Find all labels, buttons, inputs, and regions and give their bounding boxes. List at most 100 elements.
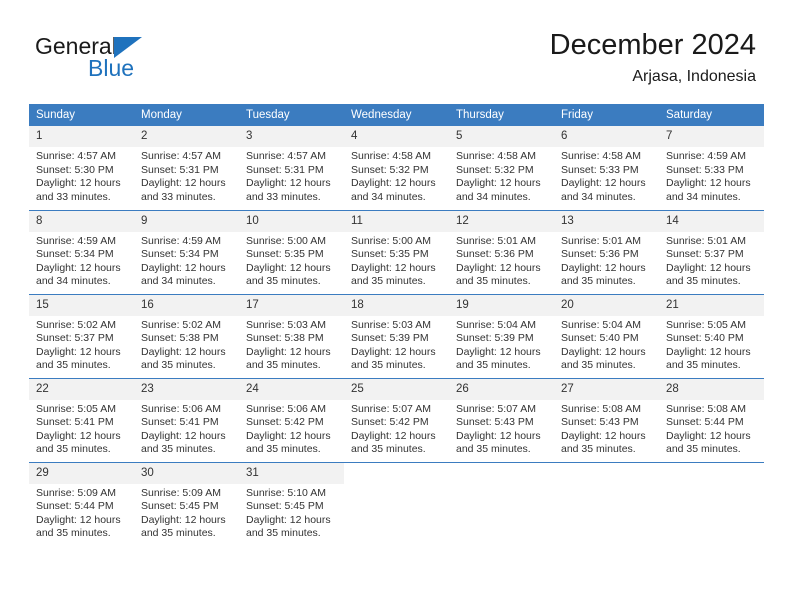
day-detail-sunset: Sunset: 5:39 PM [351,332,429,345]
day-detail-sunrise: Sunrise: 5:05 AM [666,318,746,331]
calendar-day-cell[interactable]: 19 Sunrise: 5:04 AM Sunset: 5:39 PM Dayligh… [449,293,554,378]
day-detail-sunset: Sunset: 5:36 PM [561,248,639,261]
day-details: Sunrise: 5:07 AM Sunset: 5:42 PM Daylight:… [344,400,449,457]
day-detail-daylight-line2: and 35 minutes. [561,443,636,456]
calendar-day-cell[interactable]: 5 Sunrise: 4:58 AM Sunset: 5:32 PM Daylight… [449,126,554,210]
calendar-day-cell[interactable]: 4 Sunrise: 4:58 AM Sunset: 5:32 PM Daylight… [344,126,449,210]
calendar-day-cell[interactable]: 31 Sunrise: 5:10 AM Sunset: 5:45 PM Dayligh… [239,461,344,546]
calendar-day-cell[interactable]: 28 Sunrise: 5:08 AM Sunset: 5:44 PM Dayligh… [659,377,764,462]
calendar-day-cell[interactable]: 18 Sunrise: 5:03 AM Sunset: 5:39 PM Dayligh… [344,293,449,378]
calendar-day-cell[interactable]: 23 Sunrise: 5:06 AM Sunset: 5:41 PM Dayligh… [134,377,239,462]
day-detail-daylight-line1: Daylight: 12 hours [36,429,121,442]
calendar-week-row: 22 Sunrise: 5:05 AM Sunset: 5:41 PM Dayligh… [29,377,764,462]
day-detail-sunrise: Sunrise: 5:07 AM [456,402,536,415]
day-detail-sunset: Sunset: 5:44 PM [666,416,744,429]
day-detail-daylight-line1: Daylight: 12 hours [456,345,541,358]
day-detail-daylight-line1: Daylight: 12 hours [36,261,121,274]
day-detail-sunrise: Sunrise: 5:08 AM [561,402,641,415]
day-number: 21 [659,294,764,316]
day-detail-daylight-line2: and 35 minutes. [351,275,426,288]
day-detail-daylight-line1: Daylight: 12 hours [351,261,436,274]
day-detail-sunset: Sunset: 5:33 PM [666,163,744,176]
weekday-header-saturday: Saturday [659,104,764,126]
day-detail-sunrise: Sunrise: 5:05 AM [36,402,116,415]
day-detail-daylight-line1: Daylight: 12 hours [246,261,331,274]
calendar-day-cell[interactable]: 15 Sunrise: 5:02 AM Sunset: 5:37 PM Dayligh… [29,293,134,378]
day-detail-daylight-line2: and 34 minutes. [456,190,531,203]
day-detail-daylight-line2: and 33 minutes. [141,190,216,203]
day-number: 9 [134,210,239,232]
day-detail-sunrise: Sunrise: 4:57 AM [246,150,326,162]
day-detail-sunrise: Sunrise: 5:08 AM [666,402,746,415]
day-detail-daylight-line1: Daylight: 12 hours [561,345,646,358]
day-detail-daylight-line1: Daylight: 12 hours [141,177,226,190]
calendar-day-cell-empty [554,461,659,546]
calendar-day-cell[interactable]: 6 Sunrise: 4:58 AM Sunset: 5:33 PM Daylight… [554,126,659,210]
day-detail-daylight-line2: and 34 minutes. [351,190,426,203]
calendar-day-cell[interactable]: 14 Sunrise: 5:01 AM Sunset: 5:37 PM Dayligh… [659,209,764,294]
calendar-day-cell[interactable]: 9 Sunrise: 4:59 AM Sunset: 5:34 PM Daylight… [134,209,239,294]
day-details: Sunrise: 5:00 AM Sunset: 5:35 PM Daylight:… [239,232,344,289]
calendar-week-row: 8 Sunrise: 4:59 AM Sunset: 5:34 PM Daylight… [29,209,764,294]
day-detail-daylight-line2: and 35 minutes. [456,275,531,288]
calendar-day-cell[interactable]: 17 Sunrise: 5:03 AM Sunset: 5:38 PM Dayligh… [239,293,344,378]
day-detail-daylight-line1: Daylight: 12 hours [561,177,646,190]
day-detail-sunset: Sunset: 5:35 PM [246,248,324,261]
day-details: Sunrise: 4:57 AM Sunset: 5:30 PM Daylight:… [29,147,134,204]
day-number: 3 [239,126,344,147]
day-detail-sunset: Sunset: 5:31 PM [246,163,324,176]
calendar-week-row: 1 Sunrise: 4:57 AM Sunset: 5:30 PM Daylight… [29,126,764,210]
day-detail-sunrise: Sunrise: 5:02 AM [141,318,221,331]
day-detail-daylight-line1: Daylight: 12 hours [141,261,226,274]
day-detail-sunrise: Sunrise: 5:06 AM [246,402,326,415]
day-detail-daylight-line1: Daylight: 12 hours [36,513,121,526]
day-detail-daylight-line1: Daylight: 12 hours [351,345,436,358]
day-detail-sunset: Sunset: 5:37 PM [666,248,744,261]
calendar-day-cell[interactable]: 2 Sunrise: 4:57 AM Sunset: 5:31 PM Daylight… [134,126,239,210]
day-detail-daylight-line2: and 35 minutes. [246,275,321,288]
general-blue-logo[interactable]: General Blue [35,33,225,89]
calendar-day-cell[interactable]: 16 Sunrise: 5:02 AM Sunset: 5:38 PM Dayligh… [134,293,239,378]
calendar-day-cell[interactable]: 3 Sunrise: 4:57 AM Sunset: 5:31 PM Daylight… [239,126,344,210]
day-details: Sunrise: 5:01 AM Sunset: 5:37 PM Daylight:… [659,232,764,289]
day-detail-daylight-line2: and 34 minutes. [561,190,636,203]
calendar-day-cell[interactable]: 1 Sunrise: 4:57 AM Sunset: 5:30 PM Daylight… [29,126,134,210]
day-details: Sunrise: 5:08 AM Sunset: 5:43 PM Daylight:… [554,400,659,457]
calendar-day-cell[interactable]: 21 Sunrise: 5:05 AM Sunset: 5:40 PM Dayligh… [659,293,764,378]
day-details: Sunrise: 4:59 AM Sunset: 5:34 PM Daylight:… [29,232,134,289]
calendar-day-cell[interactable]: 29 Sunrise: 5:09 AM Sunset: 5:44 PM Dayligh… [29,461,134,546]
day-detail-daylight-line1: Daylight: 12 hours [666,429,751,442]
calendar-day-cell[interactable]: 7 Sunrise: 4:59 AM Sunset: 5:33 PM Daylight… [659,126,764,210]
day-detail-daylight-line1: Daylight: 12 hours [561,429,646,442]
day-detail-sunset: Sunset: 5:31 PM [141,163,219,176]
calendar-day-cell[interactable]: 25 Sunrise: 5:07 AM Sunset: 5:42 PM Dayligh… [344,377,449,462]
calendar-day-cell[interactable]: 11 Sunrise: 5:00 AM Sunset: 5:35 PM Dayligh… [344,209,449,294]
calendar-day-cell[interactable]: 13 Sunrise: 5:01 AM Sunset: 5:36 PM Dayligh… [554,209,659,294]
day-detail-daylight-line2: and 35 minutes. [36,359,111,372]
day-detail-sunset: Sunset: 5:39 PM [456,332,534,345]
day-detail-sunset: Sunset: 5:30 PM [36,163,114,176]
day-detail-daylight-line2: and 35 minutes. [141,443,216,456]
day-detail-daylight-line1: Daylight: 12 hours [351,177,436,190]
day-detail-daylight-line1: Daylight: 12 hours [246,345,331,358]
day-number: 27 [554,378,659,400]
day-details: Sunrise: 5:06 AM Sunset: 5:42 PM Daylight:… [239,400,344,457]
day-detail-daylight-line2: and 35 minutes. [36,527,111,540]
day-number [449,462,554,484]
day-details: Sunrise: 5:01 AM Sunset: 5:36 PM Daylight:… [449,232,554,289]
day-details: Sunrise: 4:59 AM Sunset: 5:33 PM Daylight:… [659,147,764,204]
calendar-day-cell[interactable]: 26 Sunrise: 5:07 AM Sunset: 5:43 PM Dayligh… [449,377,554,462]
calendar-day-cell[interactable]: 10 Sunrise: 5:00 AM Sunset: 5:35 PM Dayligh… [239,209,344,294]
day-number: 2 [134,126,239,147]
calendar-day-cell[interactable]: 22 Sunrise: 5:05 AM Sunset: 5:41 PM Dayligh… [29,377,134,462]
calendar-day-cell[interactable]: 27 Sunrise: 5:08 AM Sunset: 5:43 PM Dayligh… [554,377,659,462]
calendar-day-cell[interactable]: 12 Sunrise: 5:01 AM Sunset: 5:36 PM Dayligh… [449,209,554,294]
day-detail-sunrise: Sunrise: 4:58 AM [561,150,641,162]
calendar-day-cell[interactable]: 24 Sunrise: 5:06 AM Sunset: 5:42 PM Dayligh… [239,377,344,462]
calendar-day-cell[interactable]: 20 Sunrise: 5:04 AM Sunset: 5:40 PM Dayligh… [554,293,659,378]
calendar-day-cell[interactable]: 30 Sunrise: 5:09 AM Sunset: 5:45 PM Dayligh… [134,461,239,546]
calendar-day-cell[interactable]: 8 Sunrise: 4:59 AM Sunset: 5:34 PM Daylight… [29,209,134,294]
day-detail-daylight-line2: and 35 minutes. [666,275,741,288]
day-details: Sunrise: 5:09 AM Sunset: 5:45 PM Daylight:… [134,484,239,541]
day-detail-sunset: Sunset: 5:43 PM [561,416,639,429]
